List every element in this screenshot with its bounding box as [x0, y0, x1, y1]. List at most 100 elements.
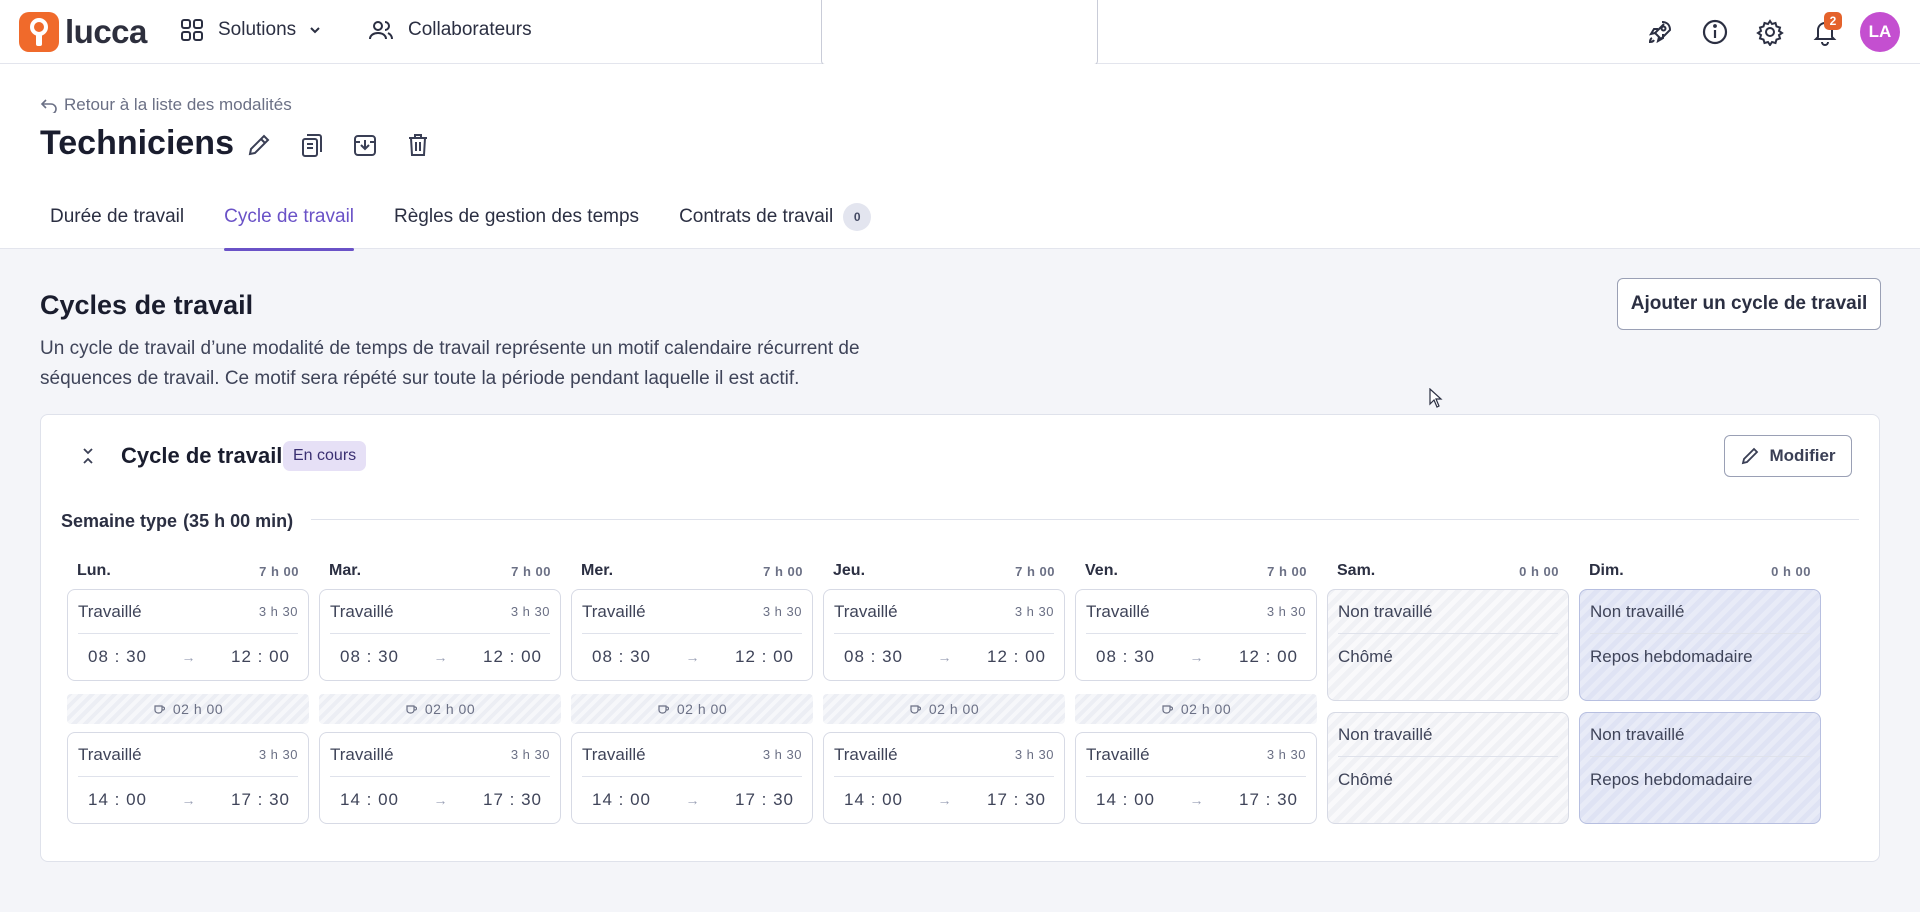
page-title: Techniciens — [40, 124, 234, 162]
notifications-button[interactable]: 2 — [1805, 12, 1845, 52]
non-worked-slot[interactable]: Non travaillé Repos hebdomadaire — [1579, 589, 1821, 701]
edit-button[interactable] — [244, 130, 274, 160]
work-slot[interactable]: Travaillé 3 h 30 08 : 30 → 12 : 00 — [1075, 589, 1317, 681]
day-hours: 7 h 00 — [259, 563, 299, 579]
slot-type: Travaillé — [834, 744, 898, 764]
slot-type: Travaillé — [1086, 744, 1150, 764]
day-hours: 0 h 00 — [1519, 563, 1559, 579]
slot-duration: 3 h 30 — [1014, 604, 1054, 619]
slot-duration: 3 h 30 — [1266, 747, 1306, 762]
users-icon — [369, 21, 393, 40]
pencil-icon — [248, 134, 270, 156]
chevron-down-icon — [310, 27, 320, 34]
back-link-label: Retour à la liste des modalités — [64, 95, 292, 114]
help-button[interactable] — [1695, 12, 1735, 52]
day-header: Sam. 0 h 00 — [1327, 561, 1569, 581]
arrow-right-icon: → — [685, 649, 701, 665]
slot-end: 12 : 00 — [987, 647, 1046, 666]
back-to-list-link[interactable]: Retour à la liste des modalités — [40, 95, 292, 115]
work-slot[interactable]: Travaillé 3 h 30 14 : 00 → 17 : 30 — [571, 732, 813, 824]
slot-type: Travaillé — [582, 744, 646, 764]
slot-start: 08 : 30 — [340, 647, 399, 666]
work-slot[interactable]: Travaillé 3 h 30 14 : 00 → 17 : 30 — [823, 732, 1065, 824]
day-hours: 0 h 00 — [1771, 563, 1811, 579]
work-slot[interactable]: Travaillé 3 h 30 14 : 00 → 17 : 30 — [67, 732, 309, 824]
day-hours: 7 h 00 — [763, 563, 803, 579]
lucca-logo[interactable]: lucca — [19, 12, 147, 52]
tab-regles-gestion-temps[interactable]: Règles de gestion des temps — [384, 184, 649, 250]
day-hours: 7 h 00 — [1015, 563, 1055, 579]
slot-end: 17 : 30 — [483, 790, 542, 809]
slot-type: Non travaillé — [1338, 601, 1433, 621]
day-header: Ven. 7 h 00 — [1075, 561, 1317, 581]
day-hours: 7 h 00 — [511, 563, 551, 579]
day-name: Mar. — [329, 562, 362, 579]
slot-duration: 3 h 30 — [258, 747, 298, 762]
pause-block: 02 h 00 — [1075, 694, 1317, 724]
notification-count-badge: 2 — [1824, 12, 1842, 30]
page-header: Retour à la liste des modalités Technici… — [0, 64, 1920, 251]
mouse-cursor-icon — [1429, 388, 1443, 408]
work-slot[interactable]: Travaillé 3 h 30 08 : 30 → 12 : 00 — [319, 589, 561, 681]
day-column: Jeu. 7 h 00 Travaillé 3 h 30 08 : 30 → 12 : 00… — [823, 561, 1065, 824]
copy-icon — [302, 134, 322, 157]
slot-duration: 3 h 30 — [1014, 747, 1054, 762]
nav-solutions[interactable]: Solutions — [180, 18, 322, 42]
section-title: Cycles de travail — [40, 290, 254, 320]
non-worked-slot[interactable]: Non travaillé Chômé — [1327, 589, 1569, 701]
pause-block: 02 h 00 — [571, 694, 813, 724]
tab-label: Règles de gestion des temps — [394, 206, 640, 227]
slot-type: Travaillé — [330, 744, 394, 764]
collapse-button[interactable] — [81, 447, 95, 470]
collapse-icon — [83, 448, 93, 464]
archive-icon — [354, 135, 376, 156]
day-name: Lun. — [77, 562, 111, 579]
day-name: Ven. — [1085, 562, 1118, 579]
pause-block: 02 h 00 — [319, 694, 561, 724]
work-slot[interactable]: Travaillé 3 h 30 08 : 30 → 12 : 00 — [571, 589, 813, 681]
slot-type: Travaillé — [834, 601, 898, 621]
slot-duration: 3 h 30 — [510, 747, 550, 762]
slot-type: Travaillé — [582, 601, 646, 621]
nav-collaborateurs[interactable]: Collaborateurs — [368, 18, 532, 42]
tab-contrats-de-travail[interactable]: Contrats de travail 0 — [669, 184, 881, 250]
arrow-right-icon: → — [433, 792, 449, 808]
tab-label: Durée de travail — [50, 206, 185, 227]
delete-button[interactable] — [403, 130, 433, 160]
duplicate-button[interactable] — [297, 130, 327, 160]
archive-button[interactable] — [350, 130, 380, 160]
coffee-cup-icon — [406, 705, 417, 714]
settings-button[interactable] — [1750, 12, 1790, 52]
rocket-icon — [1648, 21, 1672, 44]
modify-button-label: Modifier — [1769, 446, 1836, 465]
day-column: Sam. 0 h 00 Non travaillé Chômé Non travaill… — [1327, 561, 1569, 824]
work-slot[interactable]: Travaillé 3 h 30 14 : 00 → 17 : 30 — [319, 732, 561, 824]
slot-duration: 3 h 30 — [258, 604, 298, 619]
day-column: Mar. 7 h 00 Travaillé 3 h 30 08 : 30 → 12 : 00… — [319, 561, 561, 824]
slot-reason: Repos hebdomadaire — [1590, 647, 1753, 666]
week-total: (35 h 00 min) — [183, 511, 294, 531]
work-slot[interactable]: Travaillé 3 h 30 08 : 30 → 12 : 00 — [67, 589, 309, 681]
arrow-right-icon: → — [181, 792, 197, 808]
coffee-cup-icon — [1162, 705, 1173, 714]
slot-end: 12 : 00 — [1239, 647, 1298, 666]
coffee-cup-icon — [658, 705, 669, 714]
non-worked-slot[interactable]: Non travaillé Repos hebdomadaire — [1579, 712, 1821, 824]
slot-end: 12 : 00 — [735, 647, 794, 666]
non-worked-slot[interactable]: Non travaillé Chômé — [1327, 712, 1569, 824]
tab-count-badge: 0 — [843, 203, 872, 231]
modify-button[interactable]: Modifier — [1724, 435, 1852, 477]
apps-grid-icon — [181, 19, 203, 41]
arrow-right-icon: → — [937, 649, 953, 665]
rocket-button[interactable] — [1640, 12, 1680, 52]
work-slot[interactable]: Travaillé 3 h 30 14 : 00 → 17 : 30 — [1075, 732, 1317, 824]
tab-duree-de-travail[interactable]: Durée de travail — [40, 184, 194, 250]
tab-label: Cycle de travail — [224, 206, 355, 227]
slot-start: 14 : 00 — [1096, 790, 1155, 809]
trash-icon — [409, 134, 427, 156]
tab-cycle-de-travail[interactable]: Cycle de travail — [214, 184, 364, 251]
search-dropdown-overlay[interactable] — [821, 0, 1098, 65]
add-cycle-button[interactable]: Ajouter un cycle de travail — [1617, 278, 1881, 330]
work-slot[interactable]: Travaillé 3 h 30 08 : 30 → 12 : 00 — [823, 589, 1065, 681]
user-avatar[interactable]: LA — [1860, 12, 1900, 52]
